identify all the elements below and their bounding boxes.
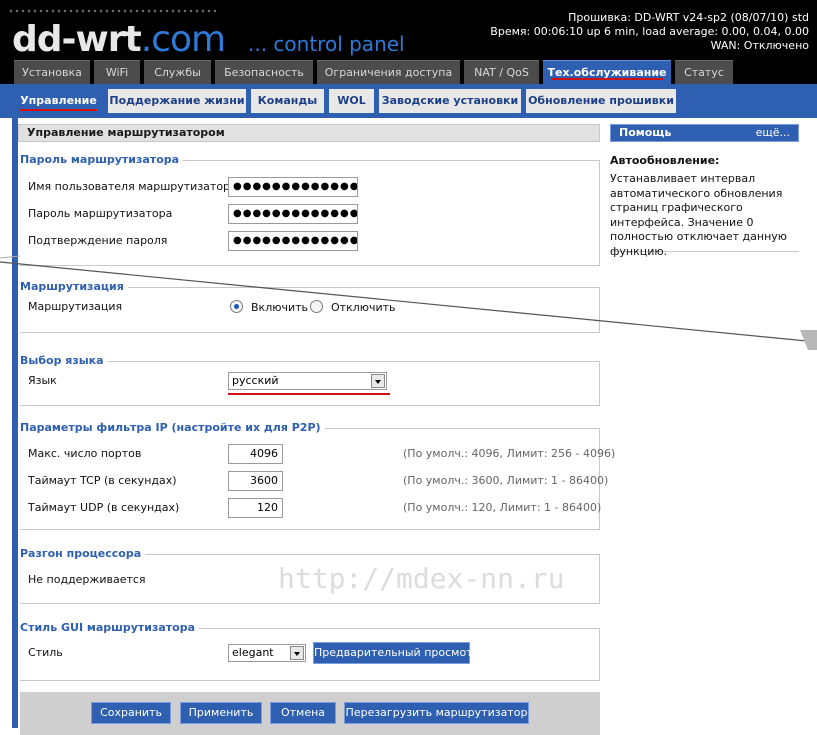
style-section: Стиль GUI маршрутизатора — [20, 621, 600, 681]
routing-legend: Маршрутизация — [20, 280, 128, 294]
help-heading: Автообновление: — [610, 154, 720, 167]
subtab-management[interactable]: Управление — [14, 89, 103, 113]
style-legend: Стиль GUI маршрутизатора — [20, 621, 200, 635]
max-ports-hint: (По умолч.: 4096, Лимит: 256 - 4096) — [403, 447, 616, 460]
tab-status[interactable]: Статус — [675, 60, 733, 84]
active-subtab-underline — [20, 109, 97, 111]
password-field[interactable]: ●●●●●●●●●●●●●●●● — [228, 204, 358, 224]
tab-wifi[interactable]: WiFi — [94, 60, 140, 84]
routing-disable-radio[interactable] — [310, 300, 323, 313]
help-panel: Автообновление: Устанавливает интервал а… — [610, 150, 799, 258]
language-select[interactable]: русский — [228, 372, 387, 390]
language-label: Язык — [28, 374, 57, 387]
subtab-keep-alive[interactable]: Поддержание жизни — [108, 89, 246, 113]
uptime-info: Время: 00:06:10 up 6 min, load average: … — [490, 25, 809, 38]
overclock-status: Не поддерживается — [28, 573, 146, 586]
main-tabs: Установка WiFi Службы Безопасность Огран… — [0, 58, 817, 84]
watermark: http://mdex-nn.ru — [278, 562, 565, 595]
help-title: Помощь — [619, 126, 672, 139]
tcp-timeout-hint: (По умолч.: 3600, Лимит: 1 - 86400) — [403, 474, 609, 487]
udp-timeout-label: Таймаут UDP (в секундах) — [28, 501, 180, 514]
help-more-link[interactable]: ещё... — [756, 125, 790, 141]
logo-dots — [8, 8, 218, 14]
subtab-wol[interactable]: WOL — [329, 89, 374, 113]
page-title: Управление маршрутизатором — [18, 124, 600, 142]
style-label: Стиль — [28, 646, 63, 659]
style-value: elegant — [232, 646, 274, 659]
udp-timeout-field[interactable]: 120 — [228, 498, 283, 518]
language-value: русский — [232, 374, 279, 387]
routing-enable-label: Включить — [251, 301, 309, 314]
chevron-down-icon[interactable] — [371, 374, 385, 388]
routing-enable-radio[interactable] — [230, 300, 243, 313]
overclock-legend: Разгон процессора — [20, 547, 146, 561]
sub-tabs: Управление Поддержание жизни Команды WOL… — [0, 84, 817, 118]
apply-button[interactable]: Применить — [180, 702, 262, 724]
help-header: Помощь ещё... — [610, 124, 799, 142]
tab-access-restrictions[interactable]: Ограничения доступа — [317, 60, 460, 84]
tab-services[interactable]: Службы — [144, 60, 211, 84]
tcp-timeout-label: Таймаут TCP (в секундах) — [28, 474, 177, 487]
subtab-commands[interactable]: Команды — [251, 89, 324, 113]
tab-setup[interactable]: Установка — [14, 60, 90, 84]
confirm-password-field[interactable]: ●●●●●●●●●●●●●●●● — [228, 231, 358, 251]
ip-filter-legend: Параметры фильтра IP (настройте их для P… — [20, 421, 325, 435]
cancel-button[interactable]: Отмена — [270, 702, 336, 724]
password-legend: Пароль маршрутизатора — [20, 153, 184, 167]
control-panel-title: ... control panel — [248, 32, 405, 56]
logo-domain: .com — [140, 19, 226, 60]
save-button[interactable]: Сохранить — [91, 702, 171, 724]
tab-nat-qos[interactable]: NAT / QoS — [464, 60, 539, 84]
confirm-password-label: Подтверждение пароля — [28, 234, 168, 247]
routing-label: Маршрутизация — [28, 300, 123, 313]
subtab-factory-defaults[interactable]: Заводские установки — [379, 89, 521, 113]
active-tab-underline — [551, 78, 663, 80]
system-info: Прошивка: DD-WRT v24-sp2 (08/07/10) std … — [490, 11, 809, 53]
password-label: Пароль маршрутизатора — [28, 207, 173, 220]
wan-status: WAN: Отключено — [710, 39, 809, 52]
udp-timeout-hint: (По умолч.: 120, Лимит: 1 - 86400) — [403, 501, 602, 514]
tab-administration[interactable]: Тех.обслуживание — [543, 60, 671, 84]
max-ports-field[interactable]: 4096 — [228, 444, 283, 464]
chevron-down-icon[interactable] — [290, 646, 304, 660]
username-label: Имя пользователя маршрутизатора — [28, 180, 237, 193]
username-field[interactable]: ●●●●●●●●●●●●●●●● — [228, 177, 358, 197]
language-highlight-underline — [228, 393, 390, 395]
max-ports-label: Макс. число портов — [28, 447, 142, 460]
tab-security[interactable]: Безопасность — [215, 60, 313, 84]
reboot-button[interactable]: Перезагрузить маршрутизатор — [344, 702, 529, 724]
logo-text: dd-wrt — [12, 19, 142, 60]
header: dd-wrt.com ... control panel Прошивка: D… — [0, 0, 817, 58]
subtab-firmware-upgrade[interactable]: Обновление прошивки — [526, 89, 676, 113]
routing-disable-label: Отключить — [331, 301, 396, 314]
tcp-timeout-field[interactable]: 3600 — [228, 471, 283, 491]
preview-button[interactable]: Предварительный просмотр — [313, 642, 480, 664]
style-select[interactable]: elegant — [228, 644, 306, 662]
language-legend: Выбор языка — [20, 354, 108, 368]
help-text: Устанавливает интервал автоматического о… — [610, 172, 788, 258]
content-side-bar — [12, 118, 18, 728]
firmware-info: Прошивка: DD-WRT v24-sp2 (08/07/10) std — [568, 11, 809, 24]
